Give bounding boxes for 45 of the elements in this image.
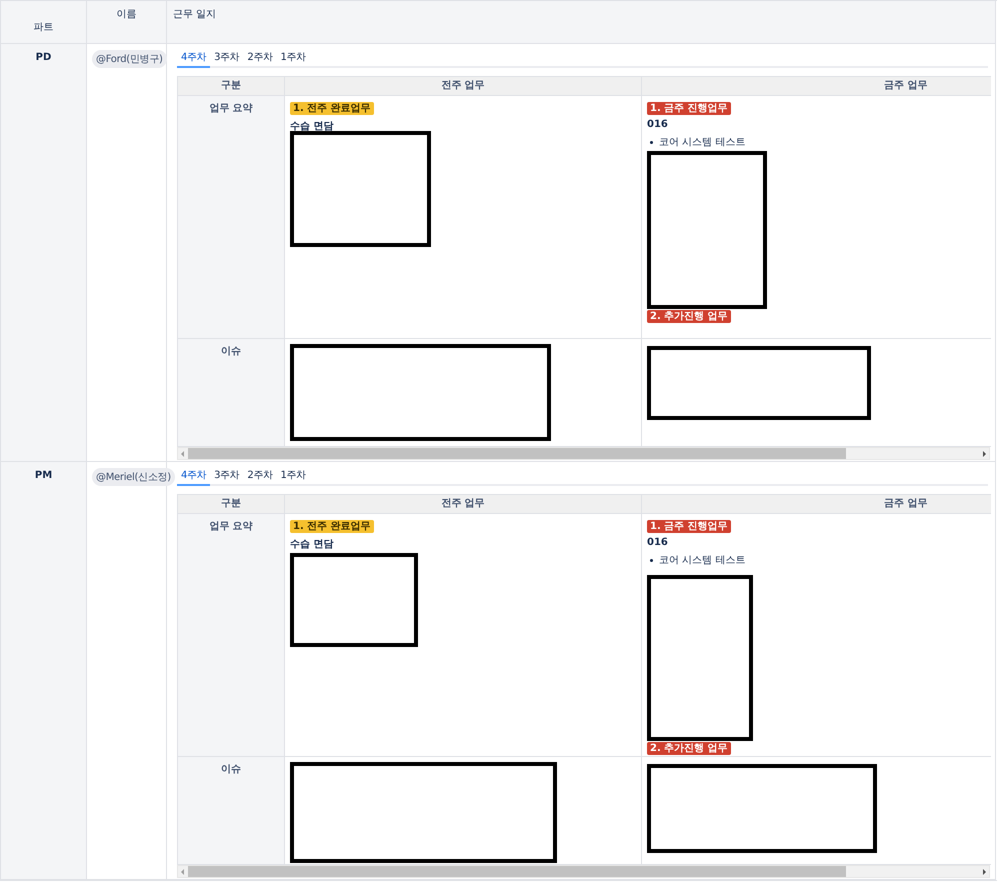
header-label: 파트: [32, 21, 54, 34]
table-header: 구분: [178, 495, 285, 514]
horizontal-scrollbar[interactable]: [177, 865, 990, 878]
week-tab[interactable]: 3주차: [210, 44, 244, 66]
scroll-left-icon[interactable]: [179, 868, 187, 876]
status-tag: 1. 금주 진행업무: [647, 102, 731, 115]
status-tag: 1. 전주 완료업무: [290, 520, 374, 533]
part-label: PM: [34, 470, 52, 481]
bullet-icon: [650, 558, 653, 562]
user-mention[interactable]: @Meriel(신소정): [92, 468, 175, 486]
week-tab[interactable]: 4주차: [177, 462, 210, 486]
task-item: 코어 시스템 테스트: [659, 554, 746, 567]
table-header: 구분: [178, 77, 285, 96]
scroll-left-icon[interactable]: [179, 450, 187, 458]
status-tag: 2. 추가진행 업무: [647, 310, 731, 323]
scroll-right-icon[interactable]: [980, 450, 988, 458]
status-tag: 1. 금주 진행업무: [647, 520, 731, 533]
task-title: 016: [647, 537, 669, 548]
row-label: 업무 요약: [209, 103, 253, 114]
table-header: 전주 업무: [285, 77, 642, 96]
bullet-icon: [650, 140, 653, 144]
header-label: 근무 일지: [172, 8, 218, 21]
week-tab[interactable]: 3주차: [210, 462, 244, 484]
week-tab[interactable]: 2주차: [243, 44, 277, 66]
status-tag: 1. 전주 완료업무: [290, 102, 374, 115]
table-header: 전주 업무: [285, 495, 642, 514]
week-tab[interactable]: 1주차: [276, 44, 310, 66]
row-label: 업무 요약: [209, 521, 253, 532]
row-label: 이슈: [221, 764, 241, 775]
week-tab[interactable]: 2주차: [243, 462, 277, 484]
task-title: 수습 면담: [290, 538, 334, 551]
task-item: 코어 시스템 테스트: [659, 136, 746, 149]
part-label: PD: [36, 52, 52, 63]
horizontal-scrollbar[interactable]: [177, 447, 990, 460]
task-title: 016: [647, 119, 669, 130]
week-tab[interactable]: 4주차: [177, 44, 210, 68]
header-label: 금주 업무: [884, 498, 928, 509]
header-label: 이름: [116, 8, 138, 21]
row-label: 이슈: [221, 346, 241, 357]
status-tag: 2. 추가진행 업무: [647, 742, 731, 755]
week-tab[interactable]: 1주차: [276, 462, 310, 484]
task-title: 수습 면담: [290, 120, 334, 133]
header-label: 금주 업무: [884, 80, 928, 91]
scroll-right-icon[interactable]: [980, 868, 988, 876]
user-mention[interactable]: @Ford(민병구): [92, 50, 167, 68]
